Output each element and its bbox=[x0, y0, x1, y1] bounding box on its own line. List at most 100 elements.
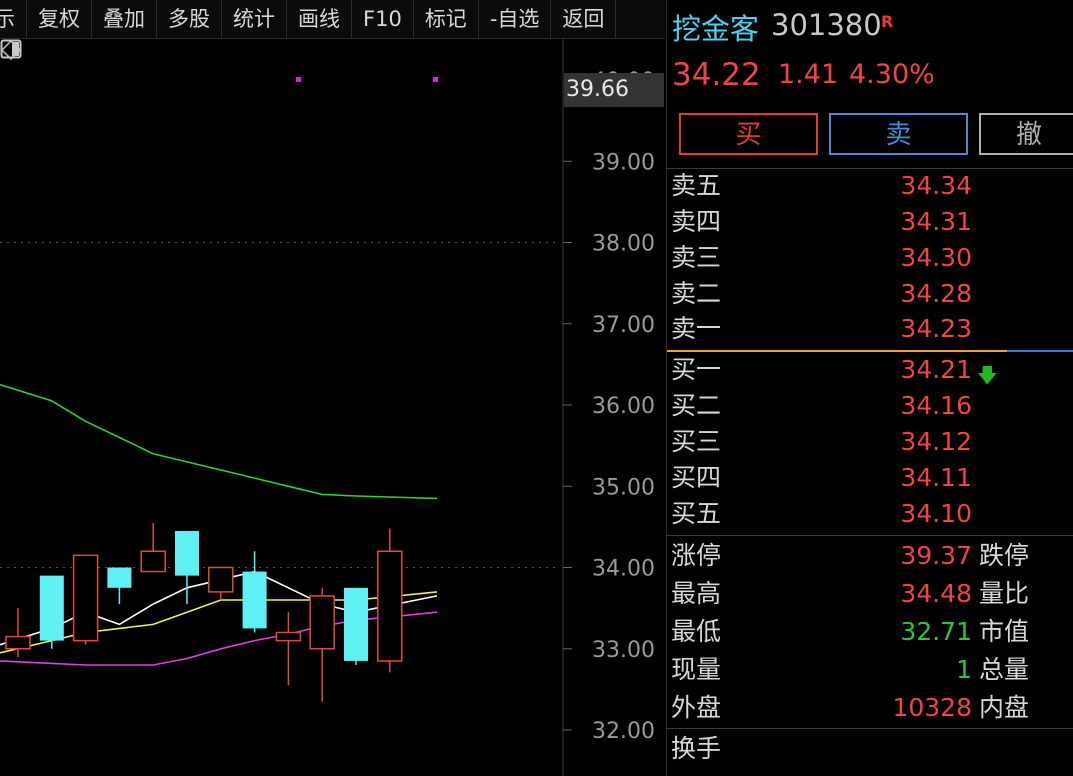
stats-row: 外盘 10328 内盘 bbox=[667, 689, 1073, 727]
stats-row: 最低 32.71 市值 bbox=[667, 613, 1073, 651]
y-tick-label: 33.00 bbox=[592, 638, 655, 663]
ask-level-label: 卖四 bbox=[671, 207, 722, 236]
y-tick-label: 34.00 bbox=[592, 557, 655, 582]
ask-price: 34.23 bbox=[900, 314, 972, 343]
ma-line-green bbox=[0, 383, 438, 500]
bid-row: 买二 34.16 bbox=[667, 388, 1073, 424]
bid-level-label: 买一 bbox=[671, 355, 722, 384]
toolbar-item-show[interactable]: 示 bbox=[0, 0, 27, 38]
moving-average-layer bbox=[0, 383, 438, 666]
sell-button[interactable]: 卖 bbox=[829, 113, 968, 155]
toolbar-item-mark[interactable]: 标记 bbox=[414, 0, 479, 38]
last-price: 34.22 bbox=[672, 57, 761, 93]
ask-level-label: 卖五 bbox=[671, 171, 722, 200]
bid-price: 34.12 bbox=[900, 427, 972, 456]
stats-row: 现量 1 总量 bbox=[667, 651, 1073, 689]
y-tick-label: 37.00 bbox=[592, 313, 655, 338]
candle-layer bbox=[5, 522, 403, 702]
candle-body-down bbox=[242, 571, 267, 629]
candle-body-down bbox=[344, 587, 368, 661]
ask-level-label: 卖二 bbox=[671, 279, 722, 308]
bid-row: 买四 34.11 bbox=[667, 460, 1073, 496]
current-price-tag: 39.66 bbox=[564, 73, 664, 107]
stats-label: 外盘 bbox=[671, 693, 722, 722]
ask-row: 卖三 34.30 bbox=[667, 240, 1073, 276]
ask-price: 34.31 bbox=[900, 207, 972, 236]
stats-value: 10328 bbox=[892, 693, 972, 722]
y-tick-label: 39.00 bbox=[592, 150, 655, 175]
stats-label: 涨停 bbox=[671, 541, 722, 570]
toolbar-item-overlay[interactable]: 叠加 bbox=[92, 0, 157, 38]
bid-price: 34.16 bbox=[900, 391, 972, 420]
ask-row: 卖一 34.23 bbox=[667, 311, 1073, 347]
stats-label: 市值 bbox=[979, 617, 1030, 646]
candle-body-up bbox=[275, 631, 302, 642]
y-tick-label: 36.00 bbox=[592, 394, 655, 419]
ask-row: 卖五 34.34 bbox=[667, 168, 1073, 204]
stats-value: 32.71 bbox=[900, 617, 972, 646]
bid-level-label: 买二 bbox=[671, 391, 722, 420]
bid-price: 34.11 bbox=[900, 463, 972, 492]
stats-row: 换手 bbox=[667, 730, 1073, 768]
ask-price: 34.30 bbox=[900, 243, 972, 272]
candle-body-up bbox=[208, 566, 234, 593]
y-tick-label: 35.00 bbox=[592, 475, 655, 500]
candle-body-down bbox=[39, 575, 64, 641]
bid-row: 买五 34.10 bbox=[667, 496, 1073, 532]
candle-body-up bbox=[72, 554, 99, 642]
candle-body-down bbox=[175, 530, 199, 576]
bid-row: 买三 34.12 bbox=[667, 424, 1073, 460]
toolbar-item-f10[interactable]: F10 bbox=[352, 0, 414, 38]
bid-level-label: 买三 bbox=[671, 427, 722, 456]
toolbar-item-multi-stock[interactable]: 多股 bbox=[157, 0, 222, 38]
toolbar-item-back[interactable]: 返回 bbox=[551, 0, 617, 38]
toolbar-item-draw-line[interactable]: 画线 bbox=[287, 0, 352, 38]
candle-body-down bbox=[107, 567, 132, 588]
price-change: 1.41 bbox=[778, 59, 839, 90]
marker-dot bbox=[296, 77, 301, 82]
price-change-percent: 4.30% bbox=[849, 59, 935, 90]
candle-body-up bbox=[5, 635, 31, 650]
stock-code: 301380 bbox=[771, 8, 882, 42]
divider bbox=[667, 535, 1073, 536]
ask-level-label: 卖三 bbox=[671, 243, 722, 272]
toolbar-item-remove-watchlist[interactable]: -自选 bbox=[479, 0, 552, 38]
cancel-order-button[interactable]: 撤 bbox=[979, 113, 1073, 155]
chart-toolbar: 示 复权 叠加 多股 统计 画线 F10 标记 -自选 返回 bbox=[0, 0, 665, 39]
y-axis: 39.00 38.00 37.00 36.00 35.00 34.00 33.00 32.00… bbox=[592, 69, 655, 744]
candle-body-up bbox=[140, 550, 166, 573]
ask-level-label: 卖一 bbox=[671, 314, 722, 343]
marker-dot bbox=[433, 77, 438, 82]
bid-level-label: 买五 bbox=[671, 499, 722, 528]
buy-button[interactable]: 买 bbox=[679, 113, 818, 155]
bid-price: 34.21 bbox=[900, 355, 972, 384]
stats-label: 现量 bbox=[671, 655, 722, 684]
stats-label: 最低 bbox=[671, 617, 722, 646]
margin-badge: R bbox=[881, 12, 894, 31]
toolbar-item-adjust[interactable]: 复权 bbox=[27, 0, 92, 38]
down-arrow-icon: 🡇 bbox=[977, 363, 998, 387]
stats-label: 总量 bbox=[979, 655, 1030, 684]
ma-line-magenta bbox=[0, 611, 438, 666]
candle-body-up bbox=[309, 595, 335, 650]
y-tick-label: 32.00 bbox=[592, 719, 655, 744]
bid-row: 买一 34.21 bbox=[667, 352, 1073, 388]
stats-label: 最高 bbox=[671, 579, 722, 608]
stats-label: 跌停 bbox=[979, 541, 1030, 570]
ask-price: 34.28 bbox=[900, 279, 972, 308]
stats-value: 1 bbox=[956, 655, 972, 684]
divider bbox=[667, 728, 1073, 729]
toolbar-item-statistics[interactable]: 统计 bbox=[222, 0, 287, 38]
bid-level-label: 买四 bbox=[671, 463, 722, 492]
kline-chart-svg[interactable]: 39.00 38.00 37.00 36.00 35.00 34.00 33.00 32.00… bbox=[0, 39, 665, 776]
stats-value: 34.48 bbox=[900, 579, 972, 608]
quote-panel: 挖金客 301380 R 34.22 1.41 4.30% 买 卖 撤 卖五 3… bbox=[666, 0, 1073, 776]
stock-name[interactable]: 挖金客 bbox=[672, 6, 759, 48]
y-tick-label: 38.00 bbox=[592, 232, 655, 257]
kline-chart[interactable]: 39.00 38.00 37.00 36.00 35.00 34.00 33.00 32.00… bbox=[0, 39, 665, 776]
ask-row: 卖二 34.28 bbox=[667, 276, 1073, 312]
panel-toggle-icon[interactable] bbox=[0, 39, 22, 59]
bid-price: 34.10 bbox=[900, 499, 972, 528]
ask-price: 34.34 bbox=[900, 171, 972, 200]
stats-row: 最高 34.48 量比 bbox=[667, 575, 1073, 613]
